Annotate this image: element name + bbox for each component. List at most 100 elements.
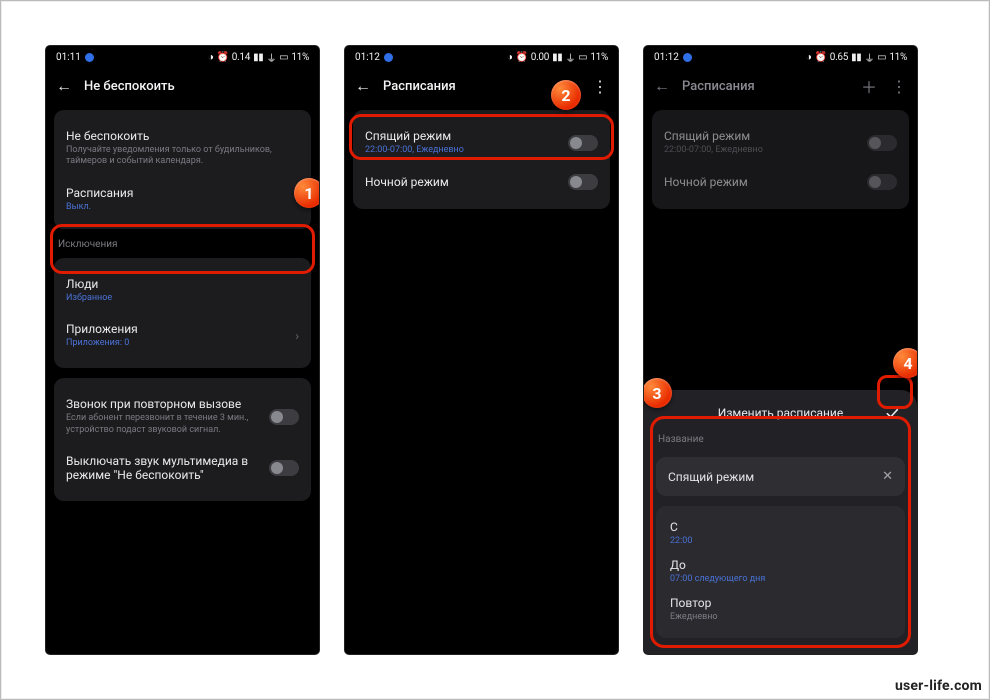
to-row[interactable]: До 07:00 следующего дня: [668, 552, 893, 590]
time-settings: С 22:00 До 07:00 следующего дня Повтор Е…: [656, 506, 905, 638]
battery-pct: 11%: [291, 52, 309, 63]
sleep-title: Спящий режим: [365, 129, 560, 143]
night-toggle[interactable]: [568, 174, 598, 190]
to-label: До: [670, 558, 891, 572]
sheet-title: Изменить расписание: [718, 406, 843, 420]
battery-icon: ▭: [578, 52, 587, 63]
wifi-icon: ⏚: [565, 50, 575, 65]
signal-icon: ▮▮: [253, 52, 263, 63]
alarm-icon: ⏰: [516, 52, 528, 63]
check-icon: [884, 405, 900, 421]
battery-pct: 11%: [889, 52, 907, 63]
to-value: 07:00 следующего дня: [670, 574, 891, 584]
phone-triptych: 01:11 ◑ ⏰ 0.14 ▮▮ ⏚ ▭ 11% ← Не беспокоит…: [0, 0, 990, 654]
moon-icon: ◑: [507, 52, 513, 63]
more-icon[interactable]: ⋮: [590, 77, 610, 96]
mute-media-title: Выключать звук мультимедиа в режиме "Не …: [66, 454, 261, 482]
status-indicators: ◑ ⏰ 0.65 ▮▮ ⏚ ▭ 11%: [806, 50, 907, 65]
status-bar: 01:12 ◑ ⏰ 0.65 ▮▮ ⏚ ▭ 11%: [644, 46, 917, 68]
sleep-mode-row[interactable]: Спящий режим 22:00-07:00, Ежедневно: [365, 120, 598, 165]
battery-icon: ▭: [877, 52, 886, 63]
status-indicators: ◑ ⏰ 0.14 ▮▮ ⏚ ▭ 11%: [208, 50, 309, 65]
phone-1: 01:11 ◑ ⏰ 0.14 ▮▮ ⏚ ▭ 11% ← Не беспокоит…: [46, 46, 319, 654]
status-bar: 01:12 ◑ ⏰ 0.00 ▮▮ ⏚ ▭ 11%: [345, 46, 618, 68]
name-input[interactable]: Спящий режим ✕: [656, 457, 905, 496]
night-title: Ночной режим: [365, 175, 560, 189]
phone-2: 01:12 ◑ ⏰ 0.00 ▮▮ ⏚ ▭ 11% ← Расписания ＋…: [345, 46, 618, 654]
net-speed: 0.00: [531, 52, 549, 63]
people-row[interactable]: Люди Избранное: [66, 268, 299, 313]
repeat-call-title: Звонок при повторном вызове: [66, 397, 261, 411]
page-title: Не беспокоить: [84, 79, 175, 94]
night-mode-row: Ночной режим: [664, 165, 897, 199]
night-title: Ночной режим: [664, 175, 859, 189]
sleep-sub: 22:00-07:00, Ежедневно: [365, 145, 560, 156]
schedules-sub: Выкл.: [66, 202, 287, 213]
more-icon[interactable]: ⋮: [889, 77, 909, 96]
page-title: Расписания: [682, 79, 755, 94]
status-indicators: ◑ ⏰ 0.00 ▮▮ ⏚ ▭ 11%: [507, 50, 608, 65]
phone-3: 01:12 ◑ ⏰ 0.65 ▮▮ ⏚ ▭ 11% ← Расписания ＋…: [644, 46, 917, 654]
name-value: Спящий режим: [668, 470, 882, 484]
mute-media-toggle[interactable]: [269, 460, 299, 476]
moon-icon: ◑: [806, 52, 812, 63]
confirm-button[interactable]: [879, 400, 905, 426]
schedules-list-card: Спящий режим 22:00-07:00, Ежедневно Ночн…: [353, 110, 610, 209]
moon-icon: ◑: [208, 52, 214, 63]
status-app-dot-icon: [384, 53, 393, 62]
chevron-right-icon: ›: [295, 329, 299, 343]
status-time: 01:12: [355, 52, 380, 63]
callout-4: 4: [893, 348, 917, 378]
from-row[interactable]: С 22:00: [668, 514, 893, 552]
dnd-subtitle: Получайте уведомления только от будильни…: [66, 145, 299, 168]
repeat-value: Ежедневно: [670, 612, 891, 622]
schedules-title: Расписания: [66, 186, 287, 200]
from-value: 22:00: [670, 536, 891, 546]
mute-media-row[interactable]: Выключать звук мультимедиа в режиме "Не …: [66, 445, 299, 491]
sleep-title: Спящий режим: [664, 129, 859, 143]
back-icon[interactable]: ←: [353, 76, 373, 96]
signal-icon: ▮▮: [851, 52, 861, 63]
battery-icon: ▭: [279, 52, 288, 63]
repeat-call-toggle[interactable]: [269, 409, 299, 425]
wifi-icon: ⏚: [266, 50, 276, 65]
status-app-dot-icon: [683, 53, 692, 62]
apps-sub: Приложения: 0: [66, 338, 287, 349]
back-icon[interactable]: ←: [54, 76, 74, 96]
title-bar: ← Не беспокоить: [46, 68, 319, 104]
exceptions-card: Люди Избранное Приложения Приложения: 0 …: [54, 258, 311, 369]
status-time: 01:11: [56, 52, 81, 63]
repeat-label: Повтор: [670, 596, 891, 610]
sleep-mode-row: Спящий режим 22:00-07:00, Ежедневно: [664, 120, 897, 165]
sleep-toggle: [867, 135, 897, 151]
night-mode-row[interactable]: Ночной режим: [365, 165, 598, 199]
edit-schedule-sheet: Изменить расписание Название Спящий режи…: [644, 390, 917, 654]
night-toggle: [867, 174, 897, 190]
battery-pct: 11%: [590, 52, 608, 63]
title-bar: ← Расписания ＋ ⋮: [644, 68, 917, 104]
wifi-icon: ⏚: [864, 50, 874, 65]
status-bar: 01:11 ◑ ⏰ 0.14 ▮▮ ⏚ ▭ 11%: [46, 46, 319, 68]
signal-icon: ▮▮: [552, 52, 562, 63]
alarm-icon: ⏰: [815, 52, 827, 63]
schedules-row[interactable]: Расписания Выкл. ›: [66, 177, 299, 219]
people-title: Люди: [66, 277, 299, 291]
status-app-dot-icon: [85, 53, 94, 62]
sleep-toggle[interactable]: [568, 135, 598, 151]
callout-1: 1: [294, 178, 319, 208]
watermark: user-life.com: [895, 678, 982, 694]
clear-icon[interactable]: ✕: [882, 469, 893, 484]
net-speed: 0.65: [830, 52, 848, 63]
name-label: Название: [656, 434, 905, 447]
status-time: 01:12: [654, 52, 679, 63]
apps-row[interactable]: Приложения Приложения: 0 ›: [66, 313, 299, 358]
repeat-call-row[interactable]: Звонок при повторном вызове Если абонент…: [66, 388, 299, 445]
schedules-list-card: Спящий режим 22:00-07:00, Ежедневно Ночн…: [652, 110, 909, 209]
callout-2: 2: [551, 80, 581, 110]
repeat-row[interactable]: Повтор Ежедневно: [668, 590, 893, 628]
apps-title: Приложения: [66, 322, 287, 336]
repeat-call-sub: Если абонент перезвонит в течение 3 мин.…: [66, 413, 261, 436]
dnd-row: Не беспокоить Получайте уведомления толь…: [66, 120, 299, 177]
back-icon[interactable]: ←: [652, 76, 672, 96]
add-icon[interactable]: ＋: [859, 74, 879, 98]
